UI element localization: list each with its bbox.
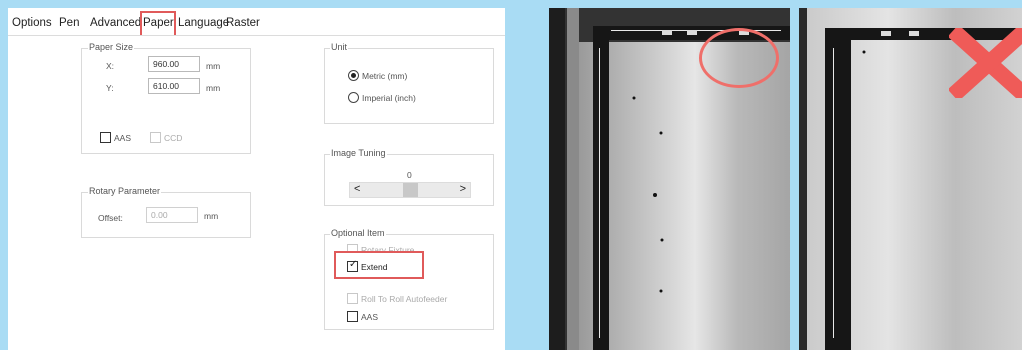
- imperial-label: Imperial (inch): [362, 93, 416, 103]
- tab-advanced[interactable]: Advanced: [90, 17, 141, 29]
- metric-radio[interactable]: [348, 70, 359, 81]
- rotary-offset-input[interactable]: 0.00: [146, 207, 198, 223]
- optional-aas-label: AAS: [361, 312, 379, 322]
- roll-to-roll-checkbox[interactable]: [347, 293, 358, 304]
- tab-raster[interactable]: Raster: [226, 17, 260, 29]
- optional-aas-checkbox[interactable]: [347, 311, 358, 322]
- tab-bar: Options Pen Advanced Paper Language Rast…: [8, 8, 505, 36]
- image-tuning-value: 0: [407, 170, 412, 180]
- slider-thumb[interactable]: [402, 183, 418, 197]
- tab-options[interactable]: Options: [12, 17, 52, 29]
- extend-checkbox[interactable]: ✓: [347, 259, 358, 272]
- metric-label: Metric (mm): [362, 71, 408, 81]
- x-mark-icon: [949, 28, 1022, 98]
- aas-label: AAS: [114, 133, 132, 143]
- circle-highlight-icon: [699, 28, 779, 88]
- rotary-parameter-title: Rotary Parameter: [88, 186, 162, 196]
- image-tuning-group: [324, 154, 494, 206]
- paper-y-label: Y:: [106, 83, 114, 93]
- slider-right-arrow[interactable]: >: [460, 183, 466, 195]
- checkmark-icon: ✓: [349, 259, 358, 270]
- rotary-offset-label: Offset:: [98, 213, 123, 223]
- imperial-radio[interactable]: [348, 92, 359, 103]
- ccd-label: CCD: [164, 133, 183, 143]
- paper-y-input[interactable]: 610.00: [148, 78, 200, 94]
- optional-item-title: Optional Item: [330, 228, 386, 238]
- extend-label: Extend: [361, 262, 388, 272]
- roll-to-roll-label: Roll To Roll Autofeeder: [361, 294, 448, 304]
- tab-pen[interactable]: Pen: [59, 17, 79, 29]
- radio-selected-dot: [351, 73, 356, 78]
- aas-checkbox[interactable]: [100, 132, 111, 143]
- paper-x-input[interactable]: 960.00: [148, 56, 200, 72]
- tab-paper[interactable]: Paper: [143, 17, 174, 29]
- slider-left-arrow[interactable]: <: [354, 183, 360, 195]
- settings-dialog: Options Pen Advanced Paper Language Rast…: [8, 8, 505, 350]
- unit-title: Unit: [330, 42, 349, 52]
- paper-y-unit: mm: [206, 83, 221, 93]
- ccd-checkbox[interactable]: [150, 132, 161, 143]
- paper-size-title: Paper Size: [88, 42, 135, 52]
- photo-wrong: [799, 8, 1022, 350]
- image-tuning-slider[interactable]: < >: [349, 182, 471, 198]
- photo-correct: [549, 8, 790, 350]
- rotary-offset-unit: mm: [204, 211, 219, 221]
- image-tuning-title: Image Tuning: [330, 148, 387, 158]
- tab-language[interactable]: Language: [178, 17, 229, 29]
- paper-x-unit: mm: [206, 61, 221, 71]
- unit-group: [324, 48, 494, 124]
- paper-x-label: X:: [106, 61, 115, 71]
